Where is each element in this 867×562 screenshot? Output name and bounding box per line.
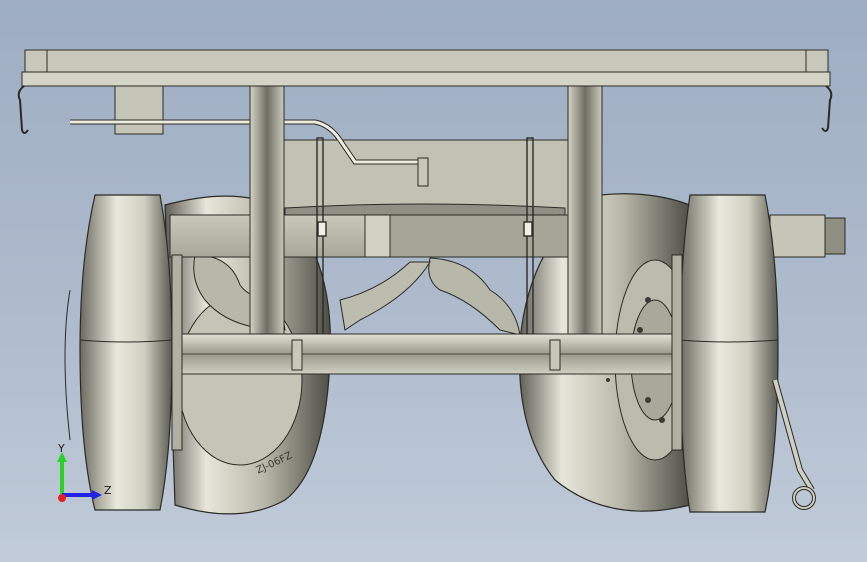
line-bracket [417, 157, 429, 187]
support-post-left [249, 85, 285, 335]
y-axis-label: Y [57, 442, 65, 455]
spring-hanger-right [428, 257, 521, 336]
drawbar-end [824, 217, 846, 255]
platform-bottom-rail [21, 71, 831, 87]
front-right-tire [679, 194, 779, 513]
axis-triad: Y Z [57, 442, 112, 502]
tow-bar [773, 379, 814, 492]
graphics-viewport[interactable]: ZJ-06FZ Y Z [0, 0, 867, 562]
beam-shadow [389, 214, 571, 258]
support-post-right [567, 85, 603, 335]
beam-clamp [364, 214, 391, 258]
trailer-axle-model[interactable]: ZJ-06FZ [0, 0, 867, 562]
hook-left [17, 85, 29, 134]
drawbar-extension [769, 214, 826, 258]
platform-top-rail [24, 49, 829, 73]
junction-box [114, 85, 164, 135]
z-axis-label: Z [104, 484, 112, 497]
x-axis-dot [58, 494, 66, 502]
rim-right [671, 254, 683, 451]
hook-right [821, 85, 833, 132]
rim-left [171, 254, 183, 451]
frame-underside [284, 203, 566, 216]
spring-leaf-center [339, 261, 431, 331]
